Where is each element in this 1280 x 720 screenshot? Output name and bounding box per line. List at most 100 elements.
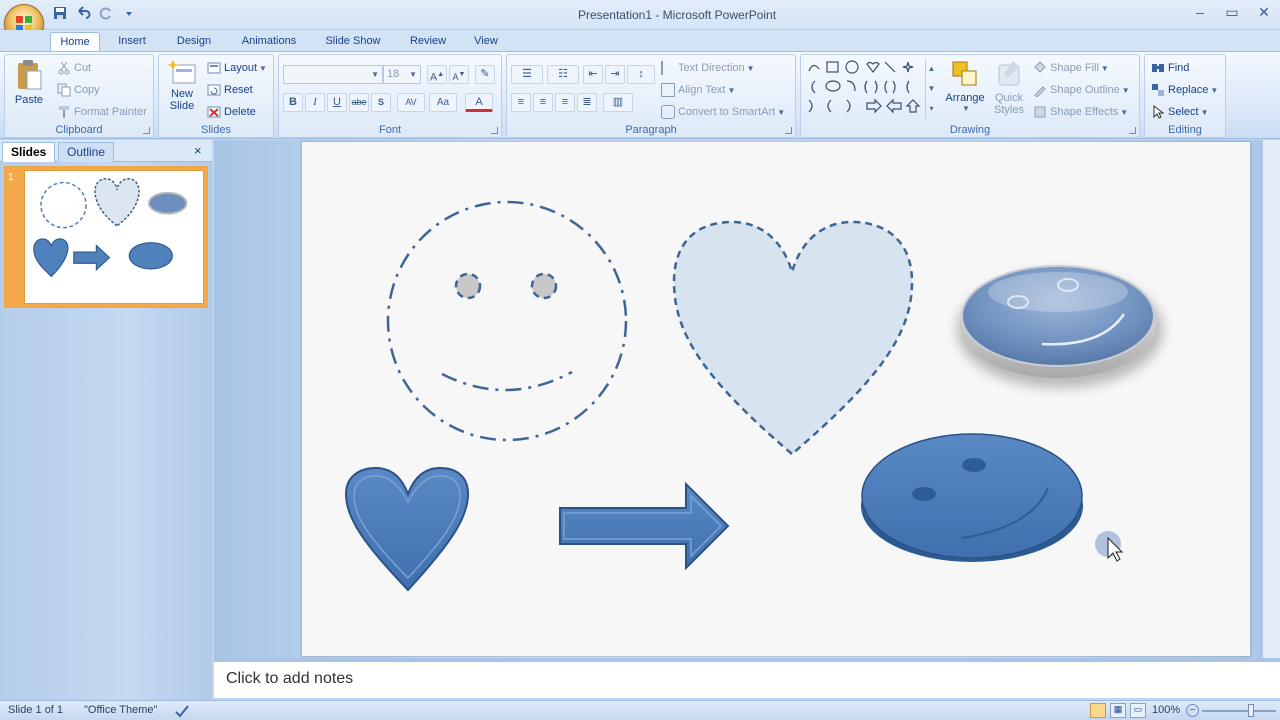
tab-design[interactable]: Design — [166, 32, 222, 52]
zoom-slider-track[interactable] — [1202, 710, 1276, 712]
bevel-smiley-shape[interactable] — [861, 433, 1083, 562]
tab-slide-show[interactable]: Slide Show — [316, 32, 390, 52]
chevron-down-icon: ▼ — [259, 64, 267, 73]
paragraph-dialog-launcher[interactable] — [785, 127, 792, 134]
shadow-button[interactable]: S — [371, 93, 391, 112]
undo-icon[interactable] — [75, 5, 91, 21]
tab-slides[interactable]: Slides — [2, 142, 56, 162]
pane-tabs: Slides Outline × — [0, 140, 212, 162]
clipboard-group: Paste Cut Copy Format Painter Clipboard — [4, 54, 154, 138]
solid-heart-shape[interactable] — [344, 466, 470, 592]
dashed-smiley-shape[interactable] — [386, 200, 628, 442]
block-arrow-shape[interactable] — [559, 481, 730, 571]
format-painter-button[interactable]: Format Painter — [57, 103, 147, 121]
tab-insert[interactable]: Insert — [108, 32, 156, 52]
reset-button[interactable]: Reset — [207, 81, 253, 99]
slide-canvas[interactable] — [302, 142, 1250, 656]
align-left-button[interactable]: ≡ — [511, 93, 531, 112]
shape-effects-button[interactable]: Shape Effects ▼ — [1033, 103, 1128, 121]
slide-show-icon[interactable]: ▭ — [1130, 703, 1146, 718]
font-size-combo[interactable]: 18 ▼ — [383, 65, 421, 84]
tab-home[interactable]: Home — [50, 32, 100, 52]
columns-button[interactable]: ▥ — [603, 93, 633, 112]
shape-outline-button[interactable]: Shape Outline ▼ — [1033, 81, 1130, 99]
zoom-out-icon[interactable]: − — [1186, 704, 1199, 717]
shapes-gallery[interactable] — [805, 59, 939, 119]
find-button[interactable]: Find — [1151, 59, 1189, 77]
new-slide-label-1: New — [170, 88, 193, 100]
numbering-button[interactable]: ☷ — [547, 65, 579, 84]
slide-thumbnail[interactable] — [24, 170, 204, 304]
glossy-smiley-badge[interactable] — [957, 265, 1163, 388]
bullets-button[interactable]: ☰ — [511, 65, 543, 84]
change-case-button[interactable]: Aa — [429, 93, 457, 112]
tab-animations[interactable]: Animations — [232, 32, 306, 52]
redo-icon[interactable] — [98, 5, 114, 21]
bold-button[interactable]: B — [283, 93, 303, 112]
chevron-down-icon: ▼ — [777, 108, 786, 117]
underline-button[interactable]: U — [327, 93, 347, 112]
new-slide-button[interactable]: New Slide — [163, 59, 201, 119]
line-spacing-button[interactable]: ↕ — [627, 65, 655, 84]
decrease-indent-button[interactable]: ⇤ — [583, 65, 603, 84]
find-label: Find — [1168, 62, 1190, 74]
editing-group-label: Editing — [1168, 124, 1202, 136]
shape-fill-button[interactable]: Shape Fill ▼ — [1033, 59, 1109, 77]
cut-icon — [58, 61, 70, 75]
spelling-check-icon[interactable] — [174, 703, 190, 719]
justify-button[interactable]: ≣ — [577, 93, 597, 112]
dashed-heart-shape[interactable] — [672, 220, 914, 456]
chevron-down-icon: ▼ — [1120, 108, 1129, 117]
align-right-button[interactable]: ≡ — [555, 93, 575, 112]
window-title: Presentation1 - Microsoft PowerPoint — [577, 8, 777, 22]
increase-indent-button[interactable]: ⇥ — [605, 65, 625, 84]
layout-button[interactable]: Layout ▼ — [207, 59, 267, 77]
grow-font-button[interactable]: A▲ — [427, 65, 447, 84]
align-center-button[interactable]: ≡ — [533, 93, 553, 112]
text-direction-button[interactable]: Text Direction ▼ — [661, 59, 755, 77]
replace-label: Replace — [1168, 84, 1209, 96]
font-color-button[interactable]: A — [465, 93, 493, 112]
align-text-icon — [661, 83, 675, 98]
align-text-label: Align Text — [678, 84, 726, 96]
shrink-font-button[interactable]: A▼ — [449, 65, 469, 84]
quick-styles-button[interactable]: Quick Styles — [989, 59, 1029, 123]
theme-name[interactable]: "Office Theme" — [84, 704, 157, 716]
clipboard-dialog-launcher[interactable] — [143, 127, 150, 134]
clear-formatting-button[interactable]: ✎ — [475, 65, 495, 84]
italic-button[interactable]: I — [305, 93, 325, 112]
select-button[interactable]: Select ▼ — [1151, 103, 1209, 121]
tab-view[interactable]: View — [466, 32, 506, 52]
cut-button[interactable]: Cut — [57, 59, 91, 77]
close-pane-icon[interactable]: × — [194, 143, 202, 158]
delete-label: Delete — [224, 106, 256, 118]
tab-outline[interactable]: Outline — [58, 142, 115, 162]
font-family-combo[interactable]: ▼ — [283, 65, 383, 84]
drawing-group: ▲ ▼ ▾ Arrange ▼ Quick Styles Shape Fill ▼ S… — [800, 54, 1140, 138]
text-direction-label: Text Direction — [678, 62, 745, 74]
paste-button[interactable]: Paste — [11, 59, 47, 115]
vertical-scrollbar[interactable] — [1262, 140, 1280, 658]
delete-button[interactable]: Delete — [207, 103, 256, 121]
zoom-level[interactable]: 100% — [1152, 704, 1180, 716]
replace-button[interactable]: Replace ▼ — [1151, 81, 1218, 99]
shapes-gallery-scroll[interactable]: ▲ ▼ ▾ — [925, 59, 937, 119]
tab-review[interactable]: Review — [400, 32, 456, 52]
reset-label: Reset — [224, 84, 253, 96]
zoom-slider-thumb[interactable] — [1248, 704, 1254, 717]
character-spacing-button[interactable]: AV — [397, 93, 425, 112]
smartart-icon — [661, 105, 675, 120]
font-dialog-launcher[interactable] — [491, 127, 498, 134]
arrange-button[interactable]: Arrange ▼ — [943, 59, 987, 123]
convert-smartart-button[interactable]: Convert to SmartArt ▼ — [661, 103, 785, 121]
save-icon[interactable] — [52, 5, 68, 21]
align-text-button[interactable]: Align Text ▼ — [661, 81, 735, 99]
drawing-dialog-launcher[interactable] — [1129, 127, 1136, 134]
notes-pane[interactable]: Click to add notes — [214, 658, 1280, 698]
close-icon[interactable]: ✕ — [1244, 3, 1280, 23]
strikethrough-button[interactable]: abe — [349, 93, 369, 112]
slide-sorter-icon[interactable]: ▦ — [1110, 703, 1126, 718]
normal-view-icon[interactable] — [1090, 703, 1106, 718]
copy-button[interactable]: Copy — [57, 81, 100, 99]
customize-qat-icon[interactable] — [121, 5, 137, 21]
